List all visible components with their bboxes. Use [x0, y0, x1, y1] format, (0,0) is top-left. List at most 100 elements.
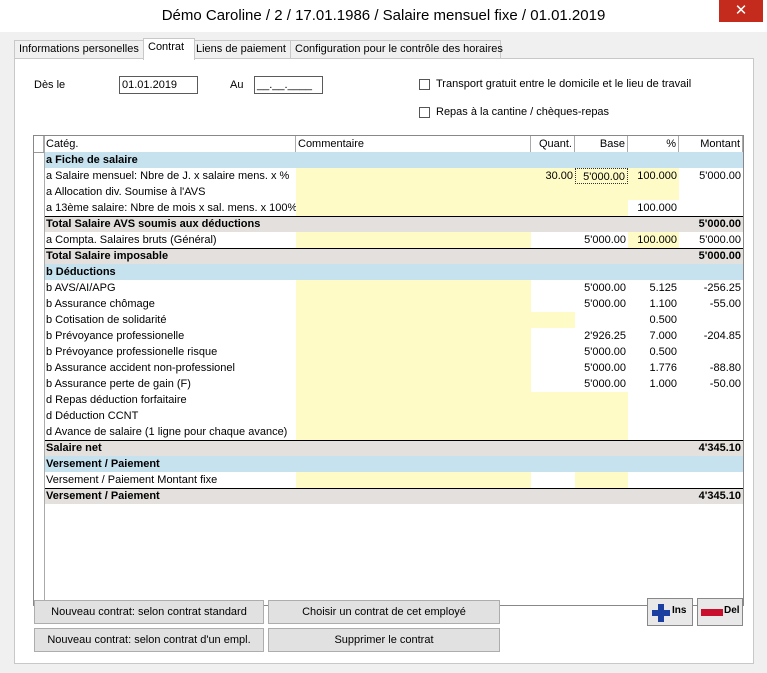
- cell-base[interactable]: 5'000.00: [575, 232, 628, 248]
- table-row[interactable]: a 13ème salaire: Nbre de mois x sal. men…: [34, 200, 743, 216]
- cell-quant[interactable]: [531, 408, 575, 424]
- close-button[interactable]: ✕: [719, 0, 763, 22]
- cell-quant[interactable]: [531, 424, 575, 440]
- table-row[interactable]: b AVS/AI/APG 5'000.00 5.125 -256.25: [34, 280, 743, 296]
- table-row[interactable]: b Prévoyance professionelle risque 5'000.…: [34, 344, 743, 360]
- cell-quant[interactable]: [531, 280, 575, 296]
- cell-pct[interactable]: [628, 424, 679, 440]
- cell-base[interactable]: [575, 424, 628, 440]
- cell-comm[interactable]: [296, 168, 531, 184]
- cell-quant[interactable]: [531, 376, 575, 392]
- cell-pct[interactable]: 1.776: [628, 360, 679, 376]
- table-row[interactable]: b Prévoyance professionelle 2'926.25 7.000…: [34, 328, 743, 344]
- tab-liens-de-paiement[interactable]: Liens de paiement: [191, 40, 294, 59]
- cell-base[interactable]: [575, 392, 628, 408]
- cell-pct[interactable]: [628, 392, 679, 408]
- cell-base[interactable]: 5'000.00: [575, 376, 628, 392]
- cell-montant: [679, 344, 743, 360]
- total-row[interactable]: Total Salaire imposable 5'000.00: [34, 248, 743, 264]
- total-row[interactable]: Versement / Paiement 4'345.10: [34, 488, 743, 504]
- table-row[interactable]: a Salaire mensuel: Nbre de J. x salaire …: [34, 168, 743, 184]
- cell-comm[interactable]: [296, 296, 531, 312]
- table-row[interactable]: d Avance de salaire (1 ligne pour chaque…: [34, 424, 743, 440]
- cell-base[interactable]: [575, 312, 628, 328]
- cell-quant[interactable]: [531, 200, 575, 216]
- cell-comm[interactable]: [296, 200, 531, 216]
- table-row[interactable]: b Cotisation de solidarité 0.500: [34, 312, 743, 328]
- cell-quant[interactable]: 30.00: [531, 168, 575, 184]
- cell-quant[interactable]: [531, 360, 575, 376]
- meals-checkbox[interactable]: [419, 107, 430, 118]
- tab-informations-personnelles[interactable]: Informations personelles: [14, 40, 147, 59]
- cell-comm[interactable]: [296, 472, 531, 488]
- cell-comm[interactable]: [296, 184, 531, 200]
- table-row[interactable]: a Compta. Salaires bruts (Général) 5'000.…: [34, 232, 743, 248]
- cell-quant[interactable]: [531, 472, 575, 488]
- cell-comm[interactable]: [296, 280, 531, 296]
- cell-base[interactable]: [575, 184, 628, 200]
- new-contract-standard-button[interactable]: Nouveau contrat: selon contrat standard: [34, 600, 264, 624]
- cell-quant[interactable]: [531, 232, 575, 248]
- section-row[interactable]: b Déductions: [34, 264, 743, 280]
- cell-comm[interactable]: [296, 312, 531, 328]
- table-row[interactable]: d Déduction CCNT: [34, 408, 743, 424]
- table-row[interactable]: b Assurance chômage 5'000.00 1.100 -55.00: [34, 296, 743, 312]
- table-row[interactable]: a Allocation div. Soumise à l'AVS: [34, 184, 743, 200]
- cell-pct[interactable]: [628, 184, 679, 200]
- cell-quant[interactable]: [531, 312, 575, 328]
- section-row[interactable]: a Fiche de salaire: [34, 152, 743, 168]
- cell-comm[interactable]: [296, 232, 531, 248]
- cell-pct[interactable]: [628, 472, 679, 488]
- total-row[interactable]: Total Salaire AVS soumis aux déductions 5…: [34, 216, 743, 232]
- delete-contract-button[interactable]: Supprimer le contrat: [268, 628, 500, 652]
- cell-comm[interactable]: [296, 376, 531, 392]
- cell-base[interactable]: 5'000.00: [575, 280, 628, 296]
- cell-pct[interactable]: 100.000: [628, 200, 679, 216]
- cell-base[interactable]: [575, 200, 628, 216]
- table-row[interactable]: b Assurance accident non-professionel 5'0…: [34, 360, 743, 376]
- cell-comm[interactable]: [296, 408, 531, 424]
- cell-quant[interactable]: [531, 328, 575, 344]
- cell-comm[interactable]: [296, 344, 531, 360]
- cell-base[interactable]: 5'000.00: [575, 168, 628, 184]
- cell-pct[interactable]: 0.500: [628, 344, 679, 360]
- new-contract-from-employee-button[interactable]: Nouveau contrat: selon contrat d'un empl…: [34, 628, 264, 652]
- cell-pct[interactable]: 7.000: [628, 328, 679, 344]
- insert-row-button[interactable]: Ins: [647, 598, 693, 626]
- from-date-field[interactable]: 01.01.2019: [119, 76, 198, 94]
- cell-base[interactable]: [575, 472, 628, 488]
- cell-pct[interactable]: 1.100: [628, 296, 679, 312]
- cell-pct[interactable]: 100.000: [628, 232, 679, 248]
- total-row[interactable]: Salaire net 4'345.10: [34, 440, 743, 456]
- delete-row-button[interactable]: Del: [697, 598, 743, 626]
- cell-comm[interactable]: [296, 424, 531, 440]
- cell-base[interactable]: 5'000.00: [575, 296, 628, 312]
- choose-contract-button[interactable]: Choisir un contrat de cet employé: [268, 600, 500, 624]
- meals-label: Repas à la cantine / chèques-repas: [436, 106, 610, 118]
- table-row[interactable]: Versement / Paiement Montant fixe: [34, 472, 743, 488]
- cell-quant[interactable]: [531, 296, 575, 312]
- tab-configuration-horaires[interactable]: Configuration pour le contrôle des horai…: [290, 40, 503, 59]
- cell-quant[interactable]: [531, 344, 575, 360]
- cell-base[interactable]: 2'926.25: [575, 328, 628, 344]
- cell-pct[interactable]: 100.000: [628, 168, 679, 184]
- tab-contrat[interactable]: Contrat: [143, 38, 195, 60]
- cell-pct[interactable]: 0.500: [628, 312, 679, 328]
- cell-base[interactable]: 5'000.00: [575, 344, 628, 360]
- salary-grid[interactable]: Catég. Commentaire Quant. Base% Montant a Fic…: [33, 135, 744, 606]
- cell-quant[interactable]: [531, 392, 575, 408]
- table-row[interactable]: b Assurance perte de gain (F) 5'000.00 1.0…: [34, 376, 743, 392]
- section-row[interactable]: Versement / Paiement: [34, 456, 743, 472]
- cell-comm[interactable]: [296, 392, 531, 408]
- cell-pct[interactable]: [628, 408, 679, 424]
- table-row[interactable]: d Repas déduction forfaitaire: [34, 392, 743, 408]
- cell-comm[interactable]: [296, 360, 531, 376]
- transport-checkbox[interactable]: [419, 79, 430, 90]
- cell-pct[interactable]: 1.000: [628, 376, 679, 392]
- cell-base[interactable]: [575, 408, 628, 424]
- cell-quant[interactable]: [531, 184, 575, 200]
- cell-comm[interactable]: [296, 328, 531, 344]
- cell-pct[interactable]: 5.125: [628, 280, 679, 296]
- cell-base[interactable]: 5'000.00: [575, 360, 628, 376]
- to-date-field[interactable]: __.__.____: [254, 76, 323, 94]
